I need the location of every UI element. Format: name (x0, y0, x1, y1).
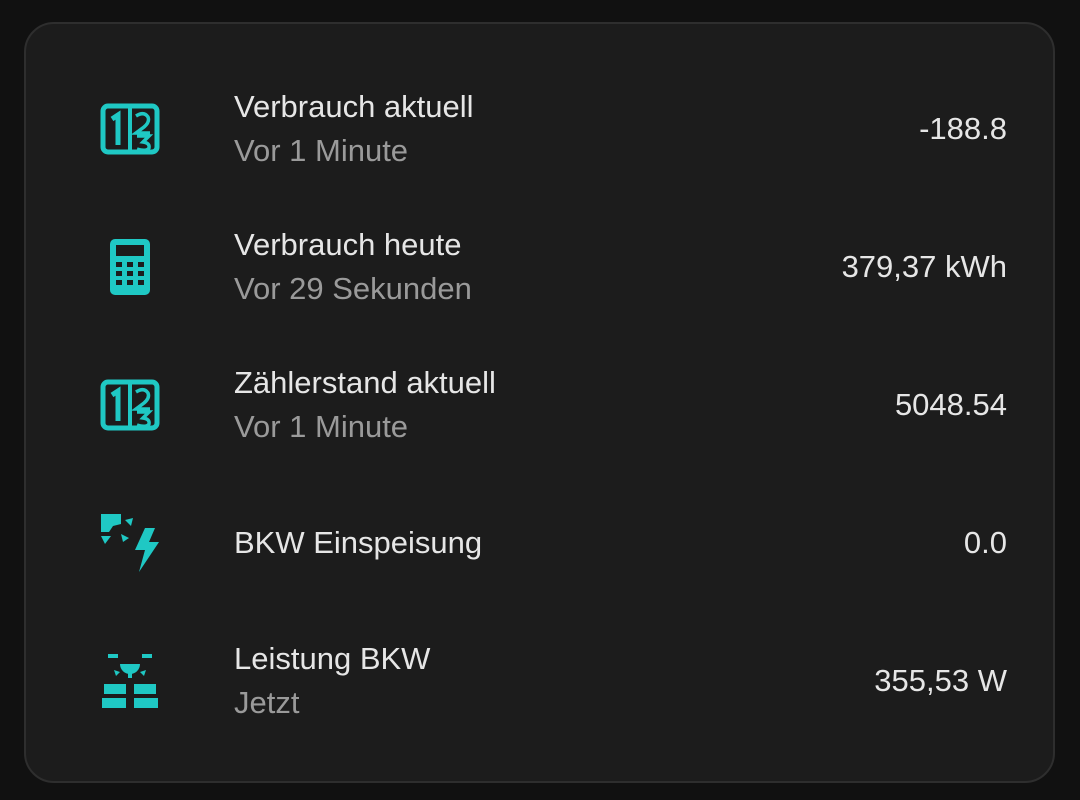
entity-state: 0.0 (963, 525, 1007, 560)
entity-row-leistung-bkw[interactable]: Leistung BKW Jetzt 355,53 W (26, 626, 1053, 736)
entity-last-changed: Vor 1 Minute (234, 133, 409, 168)
solar-panel-icon (98, 649, 162, 713)
entities-card: Verbrauch aktuell Vor 1 Minute -188.8 Ve… (24, 22, 1055, 783)
entity-name: Verbrauch aktuell (234, 89, 474, 124)
counter-icon (98, 373, 162, 437)
entity-row-verbrauch-heute[interactable]: Verbrauch heute Vor 29 Sekunden 379,37 k… (26, 212, 1053, 322)
entity-state: 355,53 W (874, 663, 1007, 698)
entity-name: Leistung BKW (234, 641, 431, 676)
entity-row-verbrauch-aktuell[interactable]: Verbrauch aktuell Vor 1 Minute -188.8 (26, 74, 1053, 184)
entity-last-changed: Vor 1 Minute (234, 409, 409, 444)
entity-state: -188.8 (919, 111, 1007, 146)
entity-row-bkw-einspeisung[interactable]: BKW Einspeisung 0.0 (26, 488, 1053, 598)
entity-last-changed: Vor 29 Sekunden (234, 271, 472, 306)
entity-state: 5048.54 (894, 387, 1007, 422)
entity-name: Zählerstand aktuell (234, 365, 496, 400)
calculator-icon (98, 235, 162, 299)
solar-power-icon (98, 511, 162, 575)
entity-name: Verbrauch heute (234, 227, 462, 262)
entity-state: 379,37 kWh (841, 249, 1007, 284)
entity-row-zaehlerstand-aktuell[interactable]: Zählerstand aktuell Vor 1 Minute 5048.54 (26, 350, 1053, 460)
counter-icon (98, 97, 162, 161)
entity-name: BKW Einspeisung (234, 525, 483, 560)
entity-last-changed: Jetzt (234, 685, 300, 720)
